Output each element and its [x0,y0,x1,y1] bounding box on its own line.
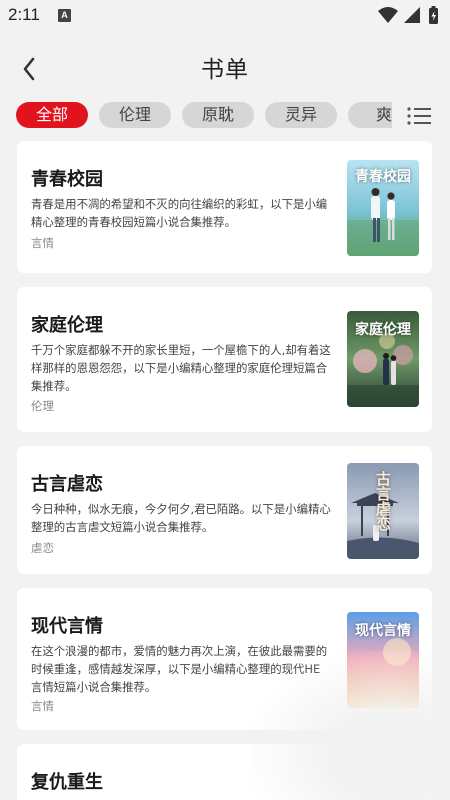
booklist-card[interactable]: 青春校园 青春是用不凋的希望和不灭的向往编织的彩虹，以下是小编精心整理的青春校园… [17,141,432,273]
card-title: 青春校园 [31,169,103,190]
tab-shuang[interactable]: 爽 [348,102,392,128]
card-description: 今日种种，似水无痕，今夕何夕,君已陌路。以下是小编精心整理的古言虐文短篇小说合集… [31,502,331,534]
app-header: 书单 [0,40,450,92]
book-cover-image: 青春校园 [347,160,419,256]
signal-icon [404,7,420,23]
wifi-icon [378,7,398,23]
booklist: 青春校园 青春是用不凋的希望和不灭的向往编织的彩虹，以下是小编精心整理的青春校园… [17,141,432,800]
card-description: 青春是用不凋的希望和不灭的向往编织的彩虹，以下是小编精心整理的青春校园短篇小说合… [31,197,328,229]
status-time: 2:11 [8,5,40,24]
status-bar: 2:11 A [0,0,450,32]
card-tag: 言情 [31,236,54,250]
cover-title: 现代言情 [355,623,411,639]
card-title: 家庭伦理 [31,315,103,336]
card-description: 在这个浪漫的都市，爱情的魅力再次上演，在彼此最需要的时候重逢，感情越发深厚，以下… [31,644,328,694]
tab-supernatural[interactable]: 灵异 [265,102,337,128]
book-cover-image: 现代言情 [347,612,419,708]
booklist-card[interactable]: 家庭伦理 千万个家庭都躲不开的家长里短，一个屋檐下的人,却有着这样那样的恩恩怨怨… [17,287,432,432]
booklist-card[interactable]: 复仇重生 [17,744,432,800]
page-title: 书单 [201,57,249,83]
card-tag: 伦理 [31,399,54,413]
cover-title: 青春校园 [355,169,411,185]
cover-title: 古言虐恋 [374,471,392,531]
status-icons [378,6,438,24]
tab-danmei[interactable]: 原耽 [182,102,254,128]
card-title: 现代言情 [31,616,103,637]
card-description: 千万个家庭都躲不开的家长里短，一个屋檐下的人,却有着这样那样的恩恩怨怨，以下是小… [31,343,331,393]
battery-icon [429,6,438,24]
notification-a-icon: A [58,9,71,22]
booklist-card[interactable]: 现代言情 在这个浪漫的都市，爱情的魅力再次上演，在彼此最需要的时候重逢，感情越发… [17,588,432,730]
card-tag: 言情 [31,699,54,713]
card-title: 复仇重生 [31,772,103,793]
category-list-button[interactable] [406,104,432,128]
book-cover-image: 家庭伦理 [347,311,419,407]
category-tabs: 全部 伦理 原耽 灵异爽 [16,102,392,130]
list-icon [407,107,431,125]
book-cover-image: 古言虐恋 [347,463,419,559]
cover-title: 家庭伦理 [355,322,411,338]
card-title: 古言虐恋 [31,474,103,495]
booklist-card[interactable]: 古言虐恋 今日种种，似水无痕，今夕何夕,君已陌路。以下是小编精心整理的古言虐文短… [17,446,432,574]
card-tag: 虐恋 [31,541,54,555]
tab-ethics[interactable]: 伦理 [99,102,171,128]
tab-all[interactable]: 全部 [16,102,88,128]
